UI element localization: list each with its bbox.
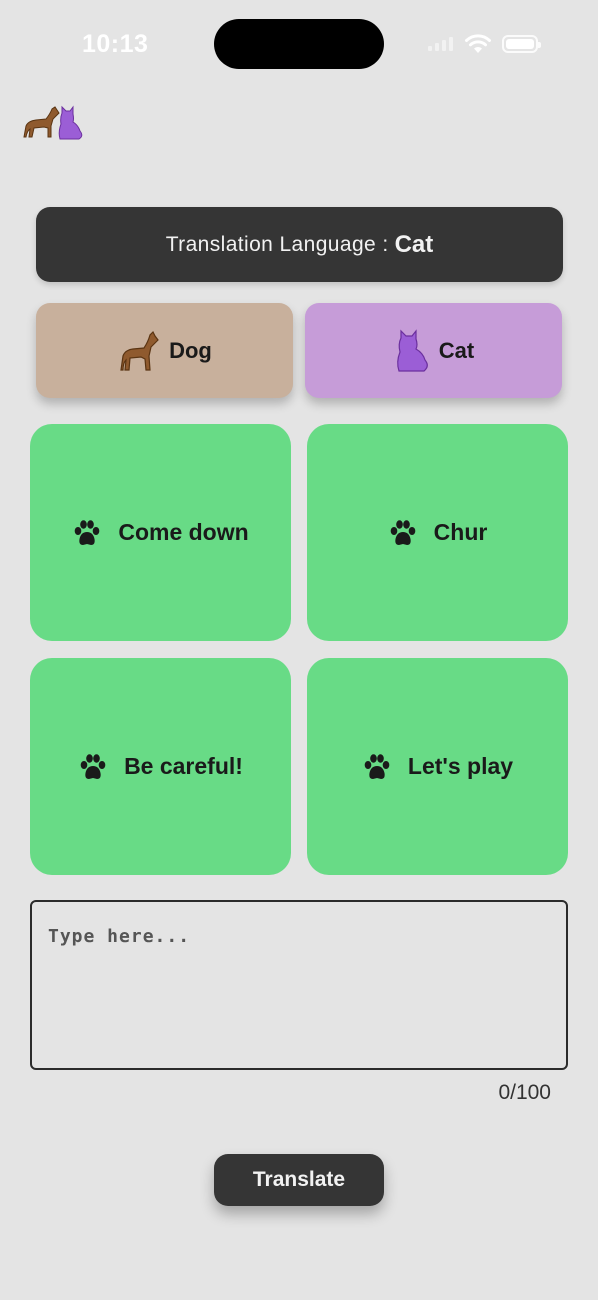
dynamic-island bbox=[214, 19, 384, 69]
paw-icon bbox=[390, 519, 415, 545]
phrase-label: Let's play bbox=[407, 753, 514, 779]
translation-text-input[interactable] bbox=[30, 900, 568, 1070]
translation-language-value: Cat bbox=[394, 230, 434, 258]
dog-select-button[interactable]: Dog bbox=[36, 303, 293, 398]
translate-button[interactable]: Translate bbox=[214, 1154, 384, 1206]
phrase-card-come-down[interactable]: Come down bbox=[30, 424, 291, 641]
phrase-label: Chur bbox=[433, 519, 488, 545]
character-counter: 0/100 bbox=[498, 1081, 551, 1104]
dog-select-label: Dog bbox=[169, 337, 212, 363]
dog-icon bbox=[120, 330, 159, 371]
phrase-label: Come down bbox=[118, 519, 249, 545]
dog-cat-logo-icon bbox=[23, 105, 83, 140]
cat-select-label: Cat bbox=[438, 337, 475, 363]
translation-language-label: Translation Language : bbox=[165, 232, 389, 256]
cellular-signal-icon bbox=[428, 37, 458, 51]
phrase-label: Be careful! bbox=[124, 753, 243, 779]
paw-icon bbox=[75, 519, 100, 545]
cat-select-button[interactable]: Cat bbox=[305, 303, 562, 398]
paw-icon bbox=[364, 753, 390, 779]
paw-icon bbox=[80, 753, 106, 779]
phrase-card-chur[interactable]: Chur bbox=[307, 424, 568, 641]
status-time: 10:13 bbox=[82, 30, 149, 58]
phrase-card-be-careful[interactable]: Be careful! bbox=[30, 658, 291, 875]
cat-icon bbox=[396, 328, 428, 372]
battery-icon bbox=[502, 35, 541, 53]
translation-language-banner: Translation Language : Cat bbox=[36, 207, 563, 282]
wifi-icon bbox=[465, 34, 491, 53]
phrase-card-lets-play[interactable]: Let's play bbox=[307, 658, 568, 875]
